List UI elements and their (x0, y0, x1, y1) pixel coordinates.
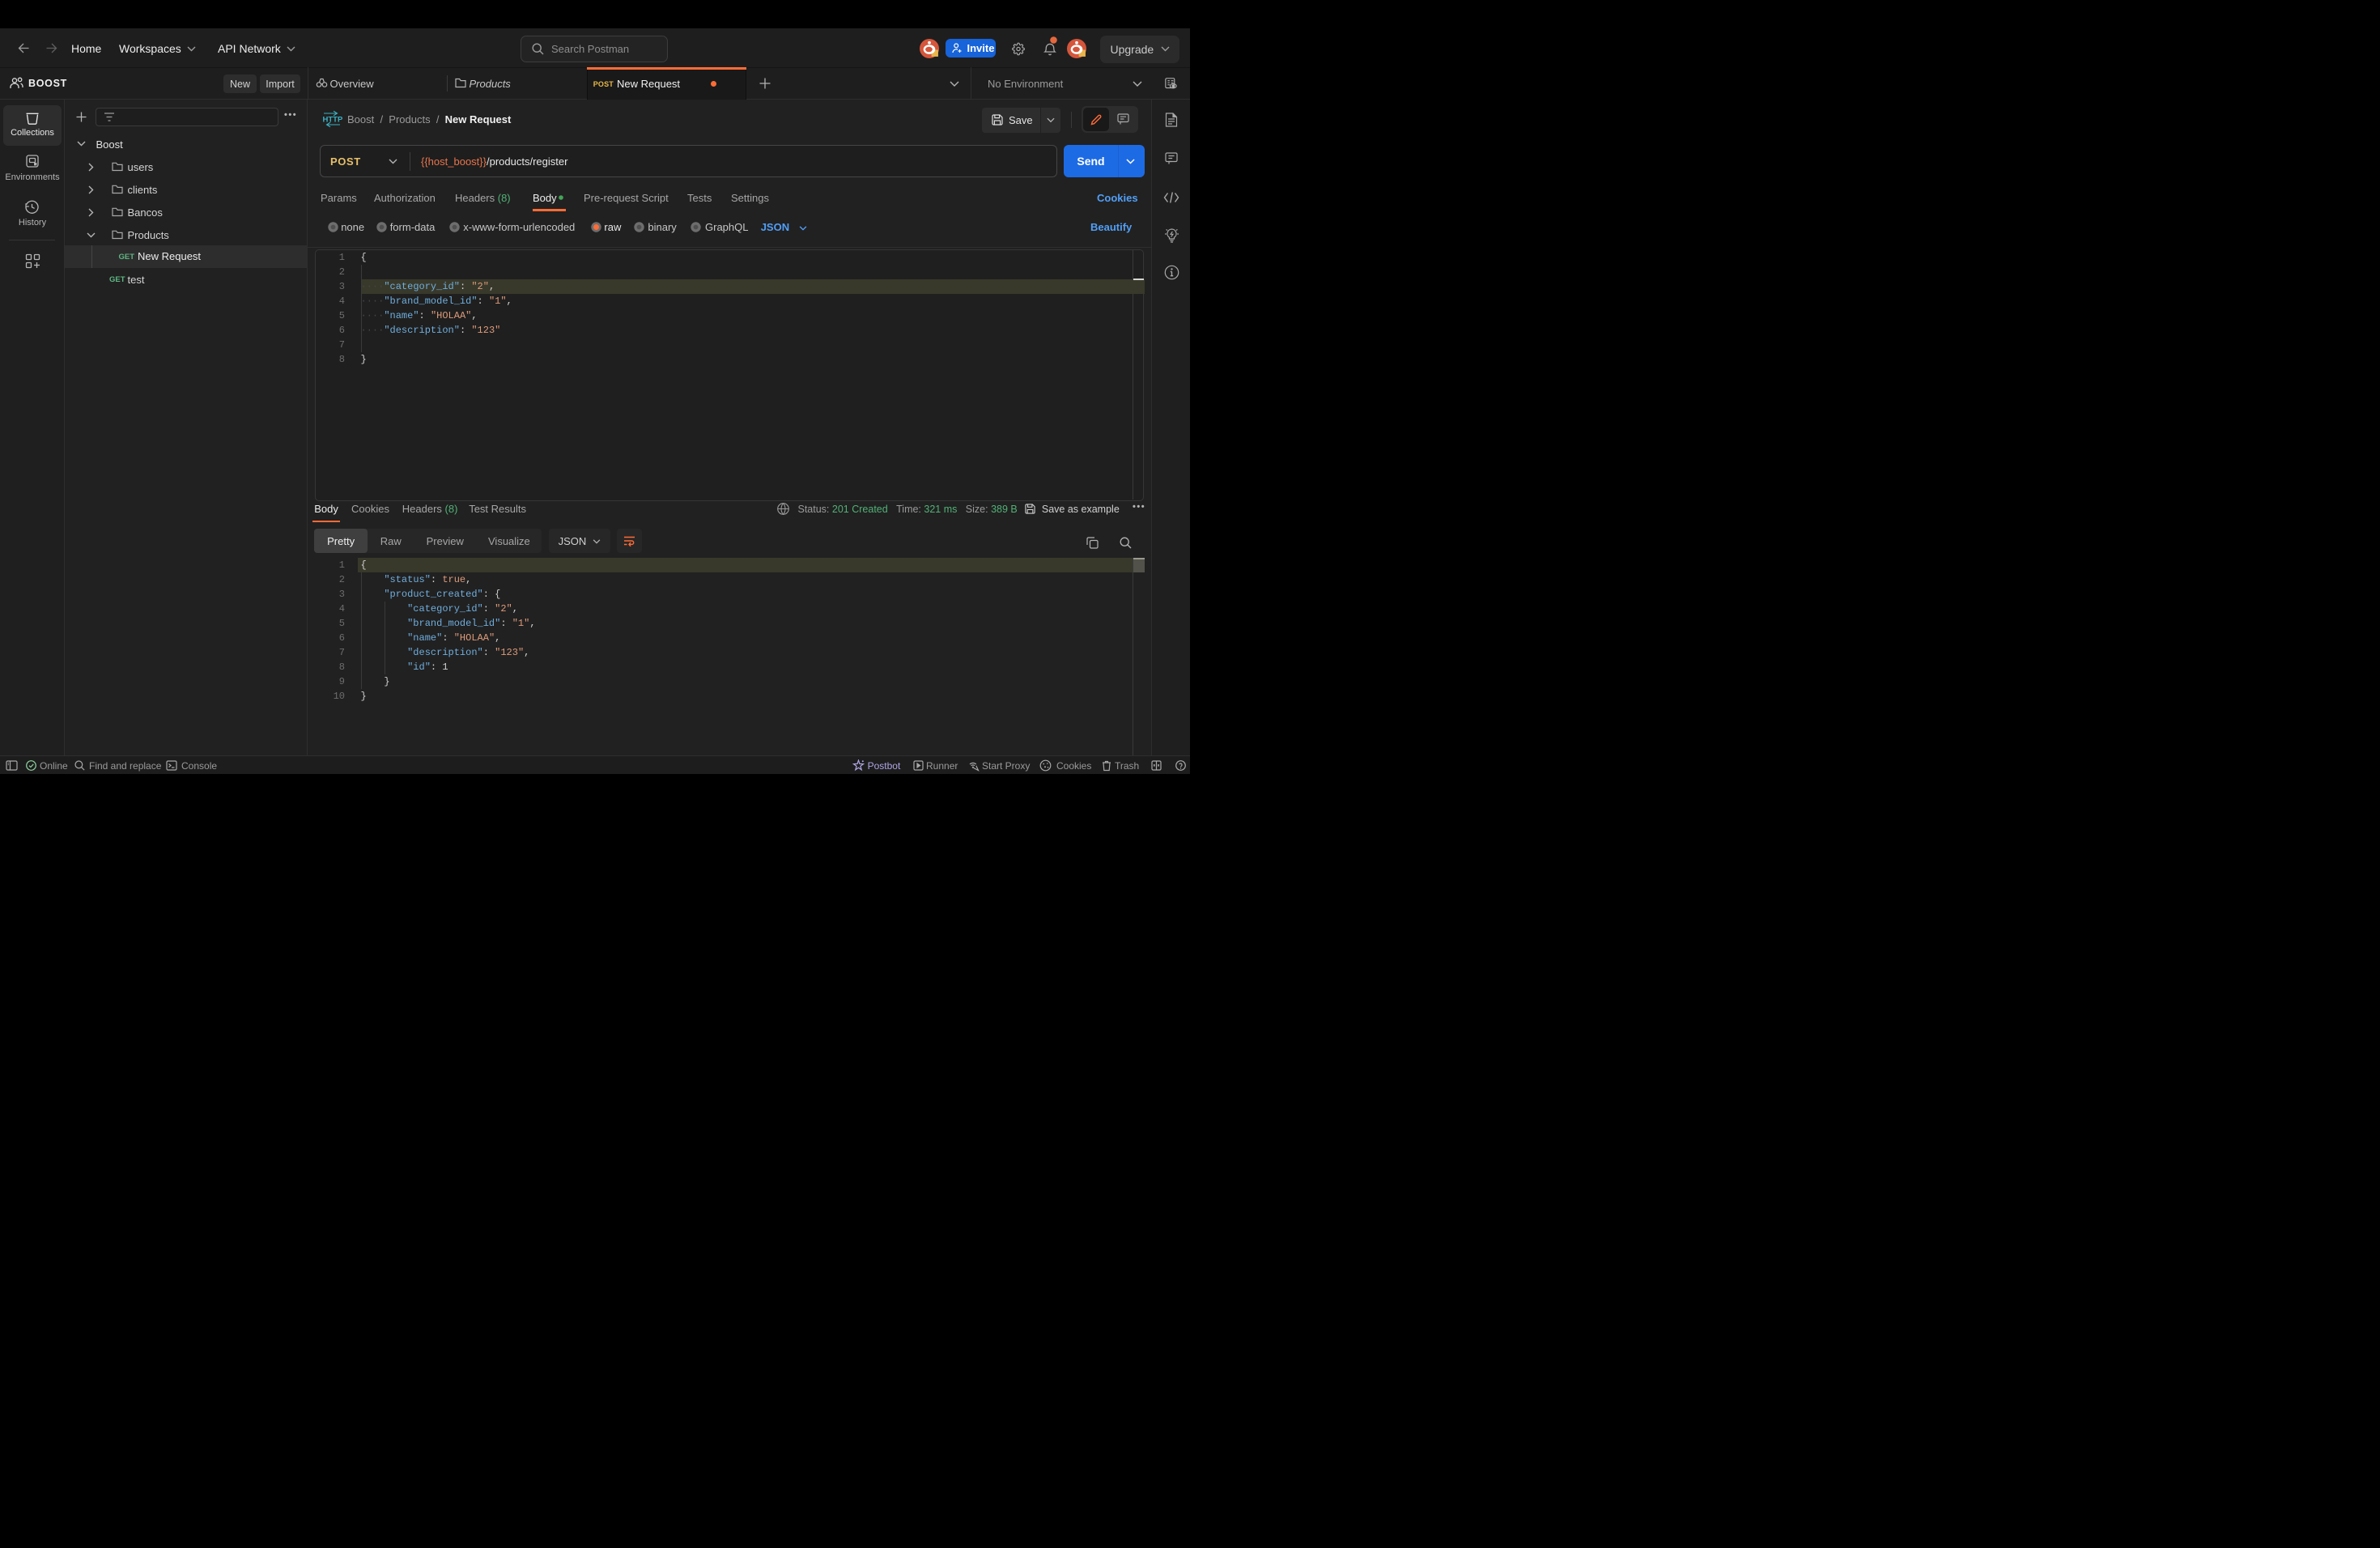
svg-text:HTTP: HTTP (323, 116, 343, 125)
